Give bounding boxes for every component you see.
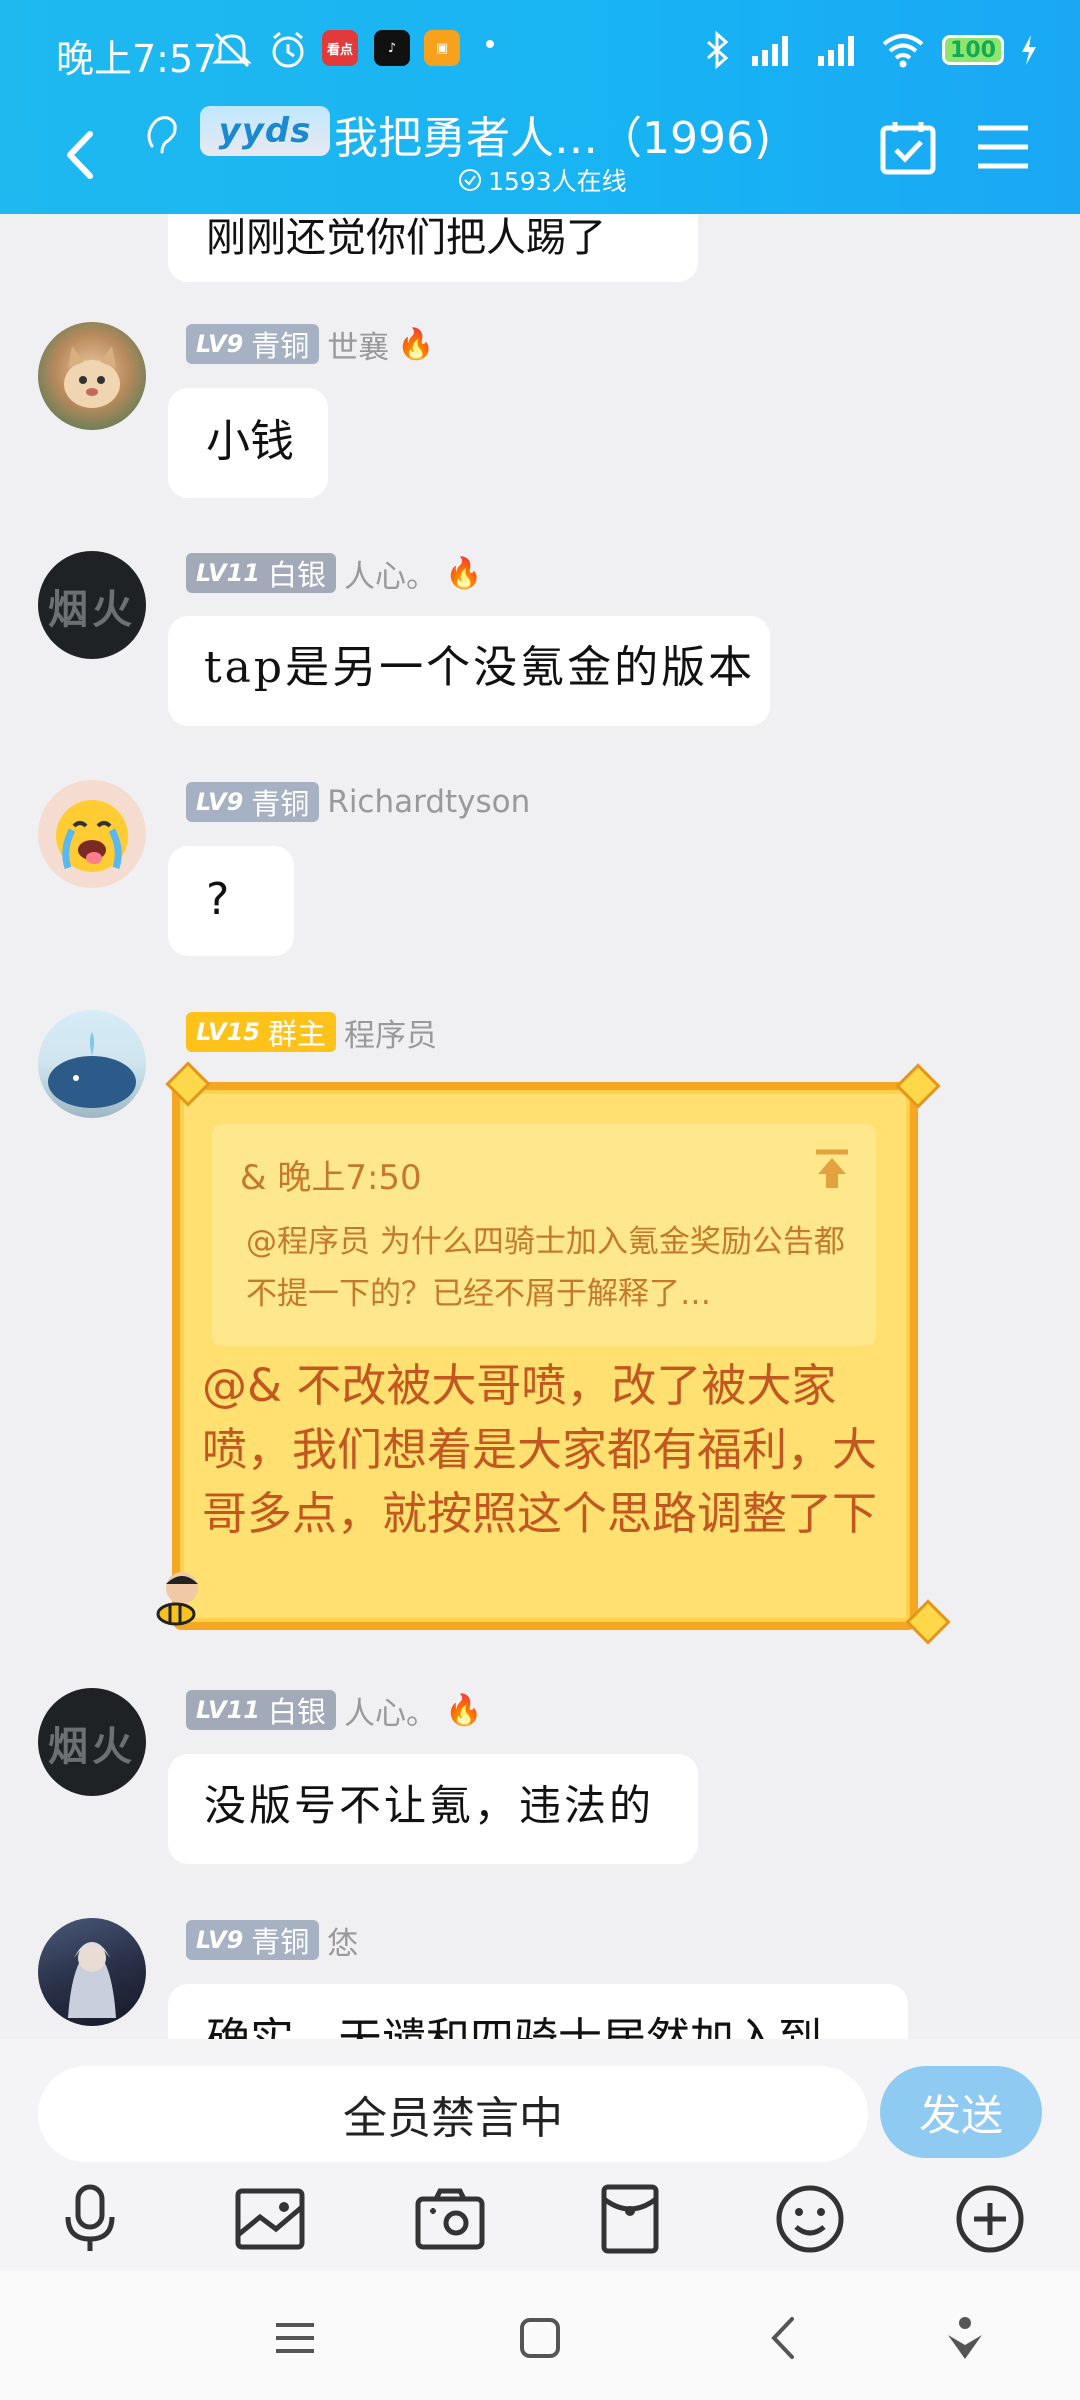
bee-decoration-icon	[154, 1566, 206, 1626]
avatar[interactable]	[38, 322, 146, 430]
sender-name[interactable]: 人心。	[344, 1688, 437, 1733]
level-badge: LV11 白银	[186, 1690, 336, 1730]
signal-1-icon	[752, 36, 788, 66]
message-bubble[interactable]: ?	[168, 846, 294, 956]
muted-input-field: 全员禁言中	[38, 2066, 868, 2162]
message-text: tap是另一个没氪金的版本	[204, 642, 756, 693]
sender-name[interactable]: 世襄	[327, 322, 389, 367]
image-icon[interactable]	[230, 2179, 310, 2259]
anime-avatar-image	[68, 1942, 116, 2018]
message-text: 没版号不让氪，违法的	[204, 1781, 655, 1830]
quote-sender: & 晚上7:50	[240, 1158, 422, 1198]
tiktok-icon: ♪	[374, 30, 410, 66]
menu-button[interactable]	[976, 122, 1030, 172]
sender-name[interactable]: Richardtyson	[327, 784, 530, 820]
message-meta: LV15 群主 程序员	[186, 1010, 437, 1055]
avatar[interactable]	[38, 1010, 146, 1118]
emoji-icon[interactable]	[770, 2179, 850, 2259]
wifi-icon	[882, 34, 924, 68]
owner-badge: LV15 群主	[186, 1012, 336, 1052]
reply-quote[interactable]: & 晚上7:50 @程序员 为什么四骑士加入氪金奖励公告都不提一下的？已经不屑于…	[212, 1124, 876, 1346]
back-button[interactable]	[50, 120, 110, 190]
avatar[interactable]: 烟火	[38, 1688, 146, 1796]
group-title[interactable]: 我把勇者人…（1996)	[334, 102, 771, 166]
message-meta: LV11 白银 人心。 🔥	[186, 1688, 483, 1733]
sender-name[interactable]: 人心。	[344, 551, 437, 596]
level-badge: LV11 白银	[186, 553, 336, 593]
back-nav-icon[interactable]	[750, 2303, 820, 2373]
message-text: @& 不改被大哥喷，改了被大家喷，我们想着是大家都有福利，大哥多点，就按照这个思…	[202, 1359, 878, 1540]
level-badge: LV9 青铜	[186, 1920, 320, 1960]
avatar[interactable]	[38, 1918, 146, 2026]
more-notifications-dot	[486, 40, 494, 48]
red-packet-icon[interactable]	[590, 2179, 670, 2259]
battery-indicator: 100	[942, 35, 1004, 65]
message-bubble[interactable]: 没版号不让氪，违法的	[168, 1754, 698, 1864]
jump-to-quote-icon[interactable]	[812, 1148, 852, 1192]
avatar[interactable]: 烟火	[38, 551, 146, 659]
online-count: 1593人在线	[488, 167, 627, 196]
quote-text: @程序员 为什么四骑士加入氪金奖励公告都不提一下的？已经不屑于解释了…	[246, 1224, 845, 1312]
status-time: 晚上7:57	[56, 37, 218, 81]
avatar-text: 烟火	[48, 587, 136, 633]
message-text: 刚刚还觉你们把人踢了	[206, 215, 606, 261]
news-app-icon: 看点	[322, 30, 358, 66]
sender-name[interactable]: 恷	[327, 1918, 358, 1963]
golden-message-card[interactable]: & 晚上7:50 @程序员 为什么四骑士加入氪金奖励公告都不提一下的？已经不屑于…	[172, 1082, 918, 1630]
message-meta: LV9 青铜 Richardtyson	[186, 782, 530, 822]
input-area: 全员禁言中 发送	[0, 2039, 1080, 2271]
avatar[interactable]	[38, 780, 146, 888]
assistant-icon[interactable]	[930, 2303, 1000, 2373]
charging-icon	[1022, 35, 1036, 65]
system-nav-bar	[0, 2271, 1080, 2400]
crying-emoji-avatar	[56, 800, 128, 872]
message-text: 小钱	[206, 416, 294, 467]
avatar-text: 烟火	[48, 1724, 136, 1770]
whale-avatar-image	[48, 1032, 136, 1108]
level-badge: LV9 青铜	[186, 324, 320, 364]
status-bar: 晚上7:57 看点 ♪ ▣ 100	[0, 0, 1080, 100]
message-text: ?	[206, 874, 230, 925]
message-list[interactable]: 刚刚还觉你们把人踢了 LV9 青铜 世襄 🔥 小钱 烟火 LV11 白银 人心。…	[0, 214, 1080, 2039]
group-logo: yyds	[200, 106, 330, 156]
microphone-icon[interactable]	[50, 2179, 130, 2259]
status-right: 100	[704, 30, 1038, 70]
gallery-app-icon: ▣	[424, 30, 460, 66]
signal-2-icon	[818, 36, 854, 66]
fire-icon: 🔥	[444, 1692, 483, 1728]
fire-icon: 🔥	[397, 326, 435, 362]
title-bar: yyds 我把勇者人…（1996) 1593人在线	[0, 100, 1080, 214]
recent-apps-icon[interactable]	[260, 2303, 330, 2373]
bluetooth-icon	[707, 30, 729, 70]
ear-mode-icon[interactable]	[142, 110, 182, 160]
level-badge: LV9 青铜	[186, 782, 320, 822]
cat-avatar-image	[64, 346, 120, 408]
home-icon[interactable]	[505, 2303, 575, 2373]
message-bubble[interactable]: tap是另一个没氪金的版本	[168, 616, 770, 726]
message-bubble[interactable]: 小钱	[168, 388, 328, 498]
send-button[interactable]: 发送	[880, 2066, 1042, 2158]
message-text: 确实，天谴和四骑士居然加入到	[206, 2010, 908, 2039]
plus-more-icon[interactable]	[950, 2179, 1030, 2259]
calendar-checkin-button[interactable]	[878, 118, 938, 178]
message-meta: LV9 青铜 恷	[186, 1918, 358, 1963]
message-bubble[interactable]: 确实，天谴和四骑士居然加入到	[168, 1984, 908, 2039]
message-bubble[interactable]: 刚刚还觉你们把人踢了	[168, 214, 698, 282]
chat-header: 晚上7:57 看点 ♪ ▣ 100 yyds 我把勇者人…（1996) 1593…	[0, 0, 1080, 214]
message-meta: LV9 青铜 世襄 🔥	[186, 322, 435, 367]
camera-icon[interactable]	[410, 2179, 490, 2259]
mute-icon	[212, 32, 252, 68]
message-meta: LV11 白银 人心。 🔥	[186, 551, 483, 596]
sender-name[interactable]: 程序员	[344, 1010, 437, 1055]
fire-icon: 🔥	[444, 555, 483, 591]
alarm-icon	[272, 31, 304, 68]
online-status: 1593人在线	[458, 162, 627, 198]
online-check-icon	[459, 169, 481, 191]
